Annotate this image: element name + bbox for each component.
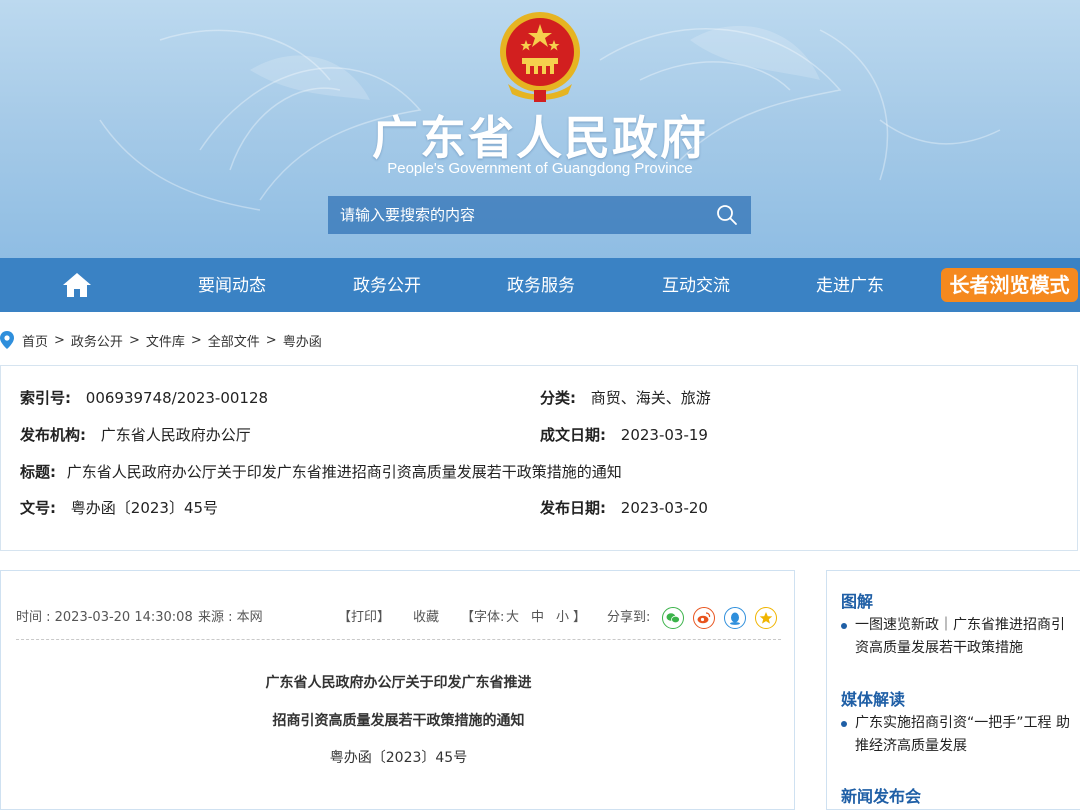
nav-item-public-affairs[interactable]: 政务公开 — [337, 258, 437, 312]
article-meta: 时间 : 2023-03-20 14:30:08 来源 : 本网 【打印】 收藏… — [16, 607, 781, 631]
header-banner: 广东省人民政府 People's Government of Guangdong… — [0, 0, 1080, 258]
breadcrumb-separator: > — [265, 332, 277, 348]
info-publish-label: 发布日期: — [540, 499, 606, 517]
info-written-label: 成文日期: — [540, 426, 606, 444]
nav-item-news[interactable]: 要闻动态 — [182, 258, 282, 312]
info-index-label: 索引号: — [20, 389, 71, 407]
info-docno-label: 文号: — [20, 499, 56, 517]
font-size-label: 【字体: — [461, 610, 505, 625]
site-subtitle: People's Government of Guangdong Provinc… — [387, 160, 693, 177]
info-doc-number: 文号: 粤办函〔2023〕45号 — [20, 497, 218, 518]
sidebar-heading-graphic[interactable]: 图解 — [841, 588, 873, 612]
info-publish-value: 2023-03-20 — [620, 499, 708, 517]
sidebar-heading-media[interactable]: 媒体解读 — [841, 686, 905, 710]
main-nav: 要闻动态 政务公开 政务服务 互动交流 走进广东 — [0, 258, 1080, 312]
favorite-button[interactable]: 收藏 — [413, 607, 439, 629]
document-title-line-1: 广东省人民政府办公厅关于印发广东省推进 — [265, 675, 532, 691]
breadcrumb-separator: > — [128, 332, 140, 348]
document-info-box: 索引号: 006939748/2023-00128 分类: 商贸、海关、旅游 发… — [0, 365, 1078, 551]
nav-item-interaction[interactable]: 互动交流 — [646, 258, 746, 312]
weibo-share-icon[interactable] — [693, 607, 715, 629]
info-title-label: 标题: — [20, 463, 56, 481]
breadcrumb-home[interactable]: 首页 — [22, 331, 48, 350]
meta-divider — [16, 639, 781, 640]
breadcrumb-separator: > — [54, 332, 65, 348]
sidebar-item-media[interactable]: 广东实施招商引资“一把手”工程 助推经济高质量发展 — [841, 712, 1073, 758]
home-icon[interactable] — [62, 272, 92, 298]
info-issuer-value: 广东省人民政府办公厅 — [100, 426, 251, 444]
qq-share-icon[interactable] — [724, 607, 746, 629]
info-issuer-label: 发布机构: — [20, 426, 86, 444]
info-index-value: 006939748/2023-00128 — [85, 389, 269, 407]
breadcrumb-current[interactable]: 粤办函 — [283, 331, 322, 350]
location-pin-icon — [0, 331, 14, 349]
document-title-line-2: 招商引资高质量发展若干政策措施的通知 — [272, 713, 525, 729]
qzone-share-icon[interactable] — [755, 607, 777, 629]
breadcrumb-file-library[interactable]: 文件库 — [146, 331, 185, 350]
breadcrumb-separator: > — [190, 332, 202, 348]
related-sidebar: 图解 一图速览新政｜广东省推进招商引资高质量发展若干政策措施 媒体解读 广东实施… — [826, 570, 1080, 810]
national-emblem-icon — [500, 12, 580, 102]
article-source: 来源 : 本网 — [198, 610, 263, 625]
article-panel: 时间 : 2023-03-20 14:30:08 来源 : 本网 【打印】 收藏… — [0, 570, 795, 810]
font-small-button[interactable]: 小 — [556, 607, 569, 629]
nav-item-services[interactable]: 政务服务 — [491, 258, 591, 312]
article-time: 时间 : 2023-03-20 14:30:08 — [16, 610, 193, 625]
breadcrumb: 首页 > 政务公开 > 文件库 > 全部文件 > 粤办函 — [0, 330, 322, 350]
sidebar-item-graphic[interactable]: 一图速览新政｜广东省推进招商引资高质量发展若干政策措施 — [841, 614, 1073, 660]
info-written-date: 成文日期: 2023-03-19 — [540, 424, 708, 445]
info-written-value: 2023-03-19 — [620, 426, 708, 444]
info-index: 索引号: 006939748/2023-00128 — [20, 387, 268, 408]
search-input[interactable] — [328, 196, 703, 234]
wechat-share-icon[interactable] — [662, 607, 684, 629]
info-docno-value: 粤办函〔2023〕45号 — [70, 499, 219, 517]
info-category-value: 商贸、海关、旅游 — [590, 389, 711, 407]
font-size-close: 】 — [573, 610, 587, 625]
info-category: 分类: 商贸、海关、旅游 — [540, 387, 711, 408]
site-title: 广东省人民政府 — [372, 111, 708, 165]
info-title: 标题: 广东省人民政府办公厅关于印发广东省推进招商引资高质量发展若干政策措施的通… — [20, 461, 622, 482]
info-category-label: 分类: — [540, 389, 576, 407]
info-issuer: 发布机构: 广东省人民政府办公厅 — [20, 424, 251, 445]
elder-mode-button[interactable]: 长者浏览模式 — [941, 268, 1078, 302]
nav-item-guangdong[interactable]: 走进广东 — [800, 258, 900, 312]
share-label: 分享到: — [607, 610, 651, 625]
breadcrumb-public-affairs[interactable]: 政务公开 — [71, 331, 123, 350]
search-icon[interactable] — [703, 196, 751, 234]
sidebar-heading-press[interactable]: 新闻发布会 — [841, 783, 921, 807]
breadcrumb-all-files[interactable]: 全部文件 — [208, 331, 260, 350]
font-medium-button[interactable]: 中 — [531, 607, 544, 629]
print-button[interactable]: 【打印】 — [338, 607, 390, 629]
info-publish-date: 发布日期: 2023-03-20 — [540, 497, 708, 518]
font-large-button[interactable]: 大 — [506, 607, 519, 629]
info-title-value: 广东省人民政府办公厅关于印发广东省推进招商引资高质量发展若干政策措施的通知 — [66, 463, 622, 481]
search-bar — [328, 196, 751, 234]
document-number: 粤办函〔2023〕45号 — [329, 750, 468, 766]
